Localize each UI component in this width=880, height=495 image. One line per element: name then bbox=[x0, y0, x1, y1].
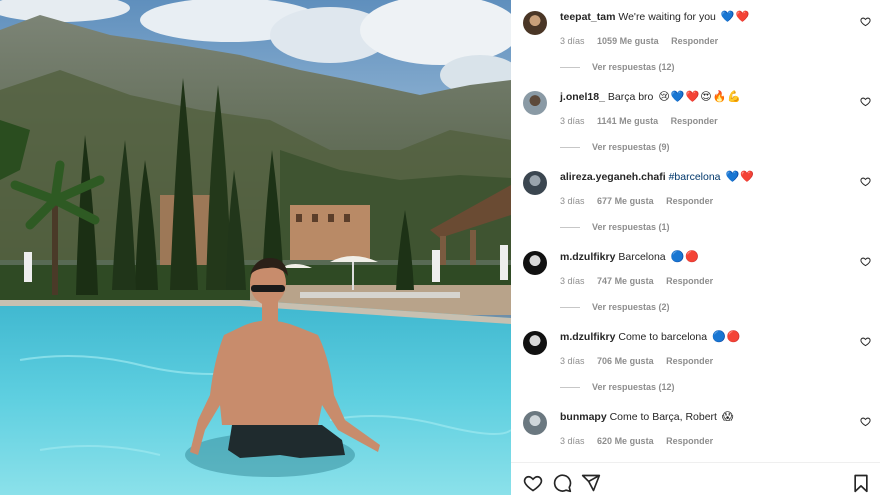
view-replies-label[interactable]: Ver respuestas (12) bbox=[592, 62, 675, 72]
view-replies-button[interactable]: Ver respuestas (9) bbox=[560, 142, 670, 152]
comment-like-heart-icon[interactable] bbox=[860, 16, 871, 27]
comment-like-heart-icon[interactable] bbox=[860, 256, 871, 267]
comment-emoji: 💙❤️ bbox=[720, 11, 751, 23]
view-replies-button[interactable]: Ver respuestas (2) bbox=[560, 302, 670, 312]
replies-divider bbox=[560, 227, 580, 229]
reply-button[interactable]: Responder bbox=[666, 356, 713, 366]
comment-username[interactable]: alireza.yeganeh.chafi bbox=[560, 171, 666, 183]
comment-item: alireza.yeganeh.chafi #barcelona 💙❤️ 3 d… bbox=[511, 160, 880, 240]
comment-likes[interactable]: 620 Me gusta bbox=[597, 436, 654, 446]
comment-emoji: 🔵🔴 bbox=[712, 331, 742, 343]
comment-body: Come to Barça, Robert bbox=[609, 411, 717, 423]
comment-body: We're waiting for you bbox=[618, 11, 716, 23]
avatar[interactable] bbox=[523, 171, 547, 195]
comment-item: j.onel18_ Barça bro 😢💙❤️😍🔥💪 3 días 1141 … bbox=[511, 80, 880, 160]
avatar[interactable] bbox=[523, 91, 547, 115]
comment-emoji: 😱 bbox=[721, 411, 735, 423]
comment-meta: 3 días 1059 Me gusta Responder bbox=[560, 36, 728, 46]
comment-username[interactable]: m.dzulfikry bbox=[560, 331, 615, 343]
view-replies-label[interactable]: Ver respuestas (1) bbox=[592, 222, 670, 232]
comment-like-heart-icon[interactable] bbox=[860, 96, 871, 107]
comment-emoji: 🔵🔴 bbox=[670, 251, 700, 263]
avatar[interactable] bbox=[523, 251, 547, 275]
reply-button[interactable]: Responder bbox=[671, 116, 718, 126]
comment-text: bunmapy Come to Barça, Robert 😱 bbox=[560, 410, 850, 425]
comment-item: m.dzulfikry Barcelona 🔵🔴 3 días 747 Me g… bbox=[511, 240, 880, 320]
comment-username[interactable]: bunmapy bbox=[560, 411, 607, 423]
comment-meta: 3 días 706 Me gusta Responder bbox=[560, 356, 723, 366]
view-replies-button[interactable]: Ver respuestas (12) bbox=[560, 62, 675, 72]
view-replies-button[interactable]: Ver respuestas (1) bbox=[560, 222, 670, 232]
comment-username[interactable]: j.onel18_ bbox=[560, 91, 605, 103]
comment-meta: 3 días 677 Me gusta Responder bbox=[560, 196, 723, 206]
comment-time[interactable]: 3 días bbox=[560, 436, 585, 446]
post-action-bar bbox=[511, 462, 880, 495]
view-replies-label[interactable]: Ver respuestas (9) bbox=[592, 142, 670, 152]
comment-likes[interactable]: 706 Me gusta bbox=[597, 356, 654, 366]
bookmark-icon[interactable] bbox=[851, 473, 871, 493]
comment-item: teepat_tam We're waiting for you 💙❤️ 3 d… bbox=[511, 0, 880, 80]
speech-bubble-icon[interactable] bbox=[552, 473, 572, 493]
view-replies-button[interactable]: Ver respuestas (12) bbox=[560, 382, 675, 392]
comment-likes[interactable]: 747 Me gusta bbox=[597, 276, 654, 286]
comment-emoji: 😢💙❤️😍🔥💪 bbox=[658, 91, 743, 103]
comment-list[interactable]: teepat_tam We're waiting for you 💙❤️ 3 d… bbox=[511, 0, 880, 462]
comment-body: Barça bro bbox=[607, 91, 654, 103]
comment-body: Come to barcelona bbox=[618, 331, 708, 343]
replies-divider bbox=[560, 307, 580, 309]
comment-item: bunmapy Come to Barça, Robert 😱 3 días 6… bbox=[511, 400, 880, 462]
post-photo[interactable] bbox=[0, 0, 511, 495]
comment-username[interactable]: teepat_tam bbox=[560, 11, 615, 23]
comment-likes[interactable]: 1141 Me gusta bbox=[597, 116, 658, 126]
comment-hashtag[interactable]: #barcelona bbox=[669, 171, 721, 183]
comment-item: m.dzulfikry Come to barcelona 🔵🔴 3 días … bbox=[511, 320, 880, 400]
paper-plane-icon[interactable] bbox=[581, 473, 601, 493]
avatar[interactable] bbox=[523, 331, 547, 355]
avatar[interactable] bbox=[523, 411, 547, 435]
comment-text: teepat_tam We're waiting for you 💙❤️ bbox=[560, 10, 850, 25]
comment-time[interactable]: 3 días bbox=[560, 196, 585, 206]
replies-divider bbox=[560, 67, 580, 69]
comment-likes[interactable]: 677 Me gusta bbox=[597, 196, 654, 206]
comment-meta: 3 días 620 Me gusta Responder bbox=[560, 436, 723, 446]
avatar[interactable] bbox=[523, 11, 547, 35]
comment-time[interactable]: 3 días bbox=[560, 116, 585, 126]
comment-time[interactable]: 3 días bbox=[560, 356, 585, 366]
comment-text: j.onel18_ Barça bro 😢💙❤️😍🔥💪 bbox=[560, 90, 850, 105]
comments-panel: teepat_tam We're waiting for you 💙❤️ 3 d… bbox=[511, 0, 880, 495]
comment-text: m.dzulfikry Come to barcelona 🔵🔴 bbox=[560, 330, 850, 345]
comment-like-heart-icon[interactable] bbox=[860, 336, 871, 347]
comment-text: alireza.yeganeh.chafi #barcelona 💙❤️ bbox=[560, 170, 850, 185]
comment-meta: 3 días 1141 Me gusta Responder bbox=[560, 116, 728, 126]
comment-like-heart-icon[interactable] bbox=[860, 416, 871, 427]
comment-like-heart-icon[interactable] bbox=[860, 176, 871, 187]
comment-time[interactable]: 3 días bbox=[560, 276, 585, 286]
comment-username[interactable]: m.dzulfikry bbox=[560, 251, 615, 263]
reply-button[interactable]: Responder bbox=[666, 436, 713, 446]
heart-icon[interactable] bbox=[523, 473, 543, 493]
reply-button[interactable]: Responder bbox=[666, 276, 713, 286]
replies-divider bbox=[560, 147, 580, 149]
replies-divider bbox=[560, 387, 580, 389]
comment-time[interactable]: 3 días bbox=[560, 36, 585, 46]
view-replies-label[interactable]: Ver respuestas (2) bbox=[592, 302, 670, 312]
comment-emoji: 💙❤️ bbox=[725, 171, 755, 183]
comment-meta: 3 días 747 Me gusta Responder bbox=[560, 276, 723, 286]
comment-body: Barcelona bbox=[618, 251, 666, 263]
post-image bbox=[0, 0, 511, 495]
reply-button[interactable]: Responder bbox=[666, 196, 713, 206]
comment-text: m.dzulfikry Barcelona 🔵🔴 bbox=[560, 250, 850, 265]
view-replies-label[interactable]: Ver respuestas (12) bbox=[592, 382, 675, 392]
reply-button[interactable]: Responder bbox=[671, 36, 718, 46]
comment-likes[interactable]: 1059 Me gusta bbox=[597, 36, 659, 46]
